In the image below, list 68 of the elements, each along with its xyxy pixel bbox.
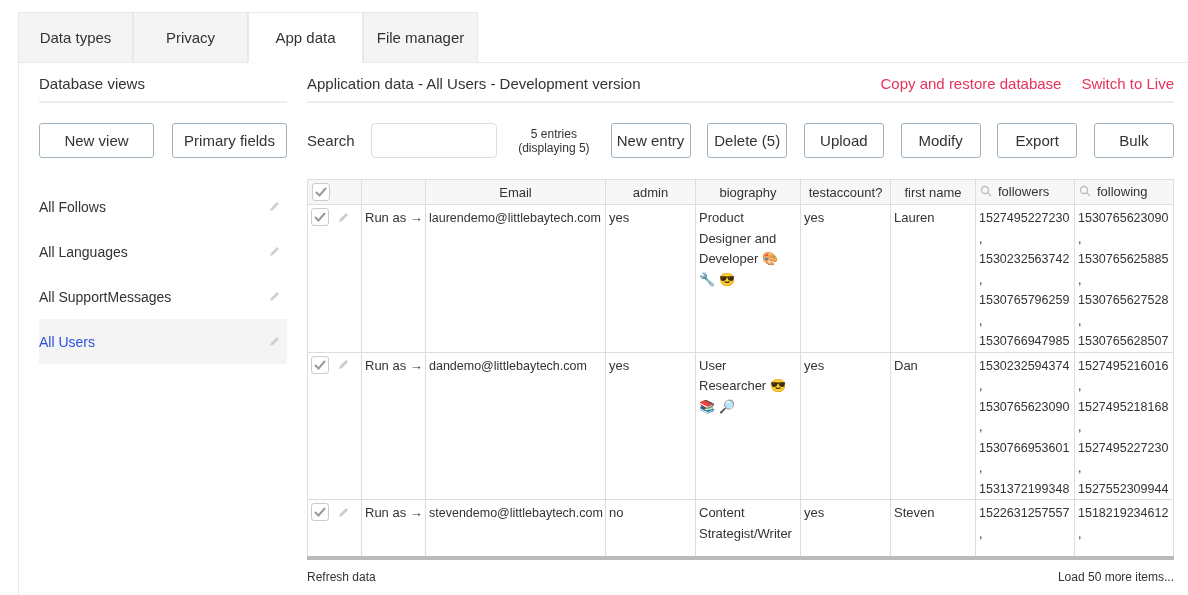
table-cell-text: 1522631257557 , <box>979 505 1071 543</box>
load-more-link[interactable]: Load 50 more items... <box>1057 570 1174 584</box>
pencil-icon[interactable] <box>268 335 281 348</box>
table-cell: yes <box>609 210 630 225</box>
column-header[interactable]: followers <box>998 183 1050 199</box>
toolbar-button[interactable]: Modify <box>900 123 981 158</box>
checkbox[interactable] <box>311 503 329 521</box>
table-cell: yes <box>804 210 825 225</box>
tab[interactable]: App data <box>248 12 363 63</box>
table-cell: yes <box>804 505 825 520</box>
primary-fields-button[interactable]: Primary fields <box>172 123 287 158</box>
search-icon[interactable] <box>980 185 992 198</box>
view-list-item[interactable]: All Follows <box>39 184 287 229</box>
table-cell: Dan <box>894 357 918 373</box>
checkbox[interactable] <box>311 355 329 374</box>
table-cell: laurendemo@littlebaytech.com <box>429 211 601 225</box>
table-cell: yes <box>804 357 825 373</box>
column-header[interactable]: Email <box>499 184 532 200</box>
search-field[interactable] <box>371 123 498 158</box>
table-cell: dandemo@littlebaytech.com <box>429 358 587 373</box>
toolbar-button[interactable]: Export <box>997 123 1078 158</box>
toolbar-button[interactable]: Upload <box>803 123 884 158</box>
pencil-icon[interactable] <box>337 210 350 224</box>
pencil-icon[interactable] <box>268 290 281 303</box>
table-cell: Lauren <box>894 210 935 225</box>
tab[interactable]: File manager <box>363 12 478 63</box>
column-header[interactable]: testaccount? <box>808 184 883 200</box>
toolbar-button[interactable]: New entry <box>610 123 691 158</box>
table-cell: User Researcher 😎 📚 🔎 <box>699 357 786 414</box>
view-list-item[interactable]: All SupportMessages <box>39 274 287 319</box>
page-title: Application data - All Users - Development version <box>307 74 641 92</box>
toolbar-button[interactable]: Delete (5) <box>707 123 788 158</box>
entries-count: 5 entries (displaying 5) <box>517 126 591 155</box>
table-cell-text: 1527495216016 , 1527495218168 , 1527495227230 , 1527552309944 <box>1078 357 1170 498</box>
run-as-link[interactable]: Run as → <box>365 357 423 373</box>
table-cell: Steven <box>894 505 935 520</box>
checkbox[interactable] <box>311 208 329 226</box>
pencil-icon[interactable] <box>337 505 350 519</box>
checkbox[interactable] <box>312 183 330 201</box>
column-header[interactable]: admin <box>632 184 669 200</box>
pencil-icon[interactable] <box>268 200 281 213</box>
table-cell: stevendemo@littlebaytech.com <box>429 506 603 520</box>
run-as-link[interactable]: Run as → <box>365 210 423 225</box>
switch-live-link[interactable]: Switch to Live <box>1081 74 1174 92</box>
new-view-button[interactable]: New view <box>39 123 154 158</box>
toolbar-button[interactable]: Bulk <box>1093 123 1174 158</box>
view-list-item[interactable]: All Users <box>39 319 287 364</box>
table-cell-text: 1527495227230 , 1530232563742 , 1530765796259 , 1530766947985 <box>979 210 1071 350</box>
column-header[interactable]: following <box>1097 183 1148 199</box>
view-list-item[interactable]: All Languages <box>39 229 287 274</box>
copy-restore-link[interactable]: Copy and restore database <box>880 74 1062 92</box>
section-title: Database views <box>39 63 287 103</box>
table-cell: Content Strategist/Writer <box>699 505 792 541</box>
table-cell-text: 1530232594374 , 1530765623090 , 1530766953601 , 1531372199348 <box>979 357 1071 498</box>
pencil-icon[interactable] <box>337 358 350 371</box>
table-cell: yes <box>609 357 630 373</box>
tab[interactable]: Data types <box>18 12 133 63</box>
column-header[interactable]: first name <box>904 184 962 200</box>
column-header[interactable]: biography <box>719 184 777 200</box>
pencil-icon[interactable] <box>268 245 281 258</box>
table-cell: Product Designer and Developer 🎨 🔧 😎 <box>699 210 778 287</box>
table-cell: no <box>609 505 624 520</box>
search-label: Search <box>307 132 355 149</box>
refresh-data-link[interactable]: Refresh data <box>307 570 376 584</box>
search-icon[interactable] <box>1079 185 1091 198</box>
tab[interactable]: Privacy <box>133 12 248 63</box>
table-cell-text: 1518219234612 , <box>1078 505 1170 543</box>
table-cell-text: 1530765623090 , 1530765625885 , 1530765627528 , 1530765628507 <box>1078 210 1170 350</box>
